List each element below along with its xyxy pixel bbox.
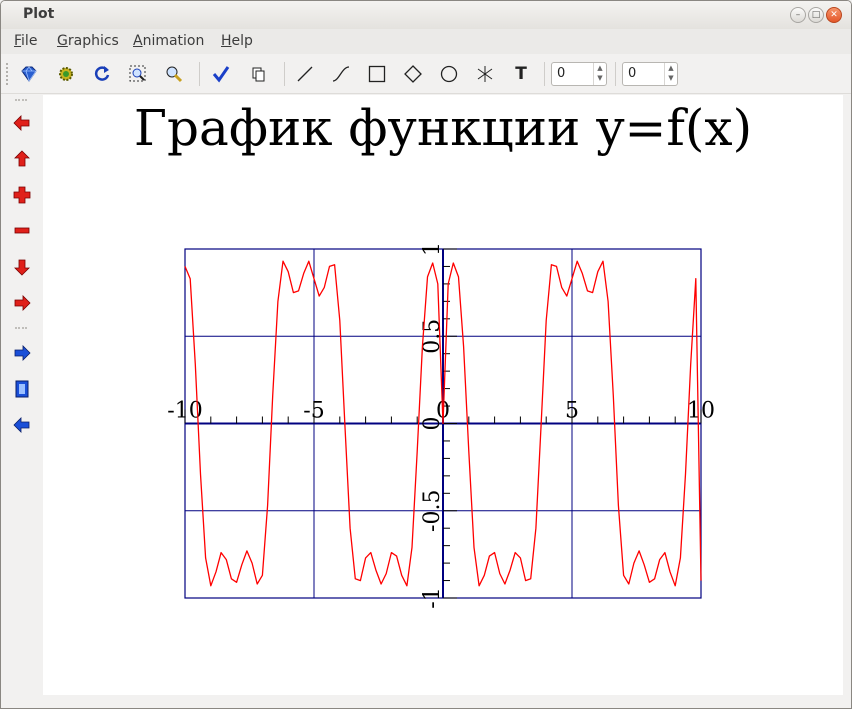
title-bar[interactable]: Plot – □ ✕ [1,1,851,29]
asterisk-tool-icon[interactable] [474,63,496,85]
close-button[interactable]: ✕ [826,7,842,23]
checkmark-icon[interactable] [210,63,232,85]
menu-bar: File Graphics Animation Help [1,29,851,54]
arrow-left-icon[interactable] [11,112,33,134]
plot-window: Plot – □ ✕ File Graphics Animation Help … [0,0,852,709]
zoom-tool-icon[interactable] [163,63,185,85]
window-title: Plot [23,6,55,22]
menu-file[interactable]: File [14,33,37,49]
spin-box-2[interactable]: 0 ▲ ▼ [622,62,678,86]
toolbar-separator [199,62,200,86]
menu-help[interactable]: Help [221,33,253,49]
circle-tool-icon[interactable] [438,63,460,85]
plot-canvas[interactable]: График функции y=f(x) -10 -5 0 5 10 1 0.5 0 -0.5… [43,95,843,695]
play-back-icon[interactable] [11,414,33,436]
plus-icon[interactable] [11,184,33,206]
y-tick-label: -0.5 [420,490,445,532]
y-tick-label: 0 [420,417,445,431]
menu-animation[interactable]: Animation [133,33,204,49]
toolbar-separator [544,62,545,86]
toolbar-grip[interactable] [6,63,10,85]
line-tool-icon[interactable] [294,63,316,85]
minus-icon[interactable] [11,220,33,242]
film-icon[interactable] [11,378,33,400]
gear-icon[interactable] [55,63,77,85]
y-tick-label: -1 [420,587,445,608]
arrow-down-icon[interactable] [11,256,33,278]
spin-box-1[interactable]: 0 ▲ ▼ [551,62,607,86]
toolbar: T 0 ▲ ▼ 0 ▲ ▼ [1,54,851,94]
play-forward-icon[interactable] [11,342,33,364]
x-tick-label: 5 [565,399,579,424]
x-tick-label: -5 [303,399,324,424]
maximize-button[interactable]: □ [808,7,824,23]
spin-arrows-icon[interactable]: ▲ ▼ [593,63,606,85]
diamond-tool-icon[interactable] [402,63,424,85]
refresh-icon[interactable] [91,63,113,85]
rectangle-tool-icon[interactable] [366,63,388,85]
minimize-button[interactable]: – [790,7,806,23]
arrow-right-icon[interactable] [11,292,33,314]
toolbar-separator [615,62,616,86]
y-tick-label: 1 [420,242,445,256]
zoom-select-icon[interactable] [127,63,149,85]
menu-graphics[interactable]: Graphics [57,33,119,49]
gem-icon[interactable] [18,63,40,85]
plot-area: -10 -5 0 5 1010.50-0.5-1 [167,242,715,609]
spin-arrows-icon[interactable]: ▲ ▼ [664,63,677,85]
toolbar-separator [284,62,285,86]
sidebar-grip[interactable] [15,327,27,331]
arrow-up-icon[interactable] [11,148,33,170]
copy-icon[interactable] [247,63,269,85]
curve-tool-icon[interactable] [330,63,352,85]
text-tool-icon[interactable]: T [510,63,532,85]
side-toolbar [1,95,43,708]
sidebar-grip[interactable] [15,99,27,103]
x-tick-label: 10 [687,399,715,424]
